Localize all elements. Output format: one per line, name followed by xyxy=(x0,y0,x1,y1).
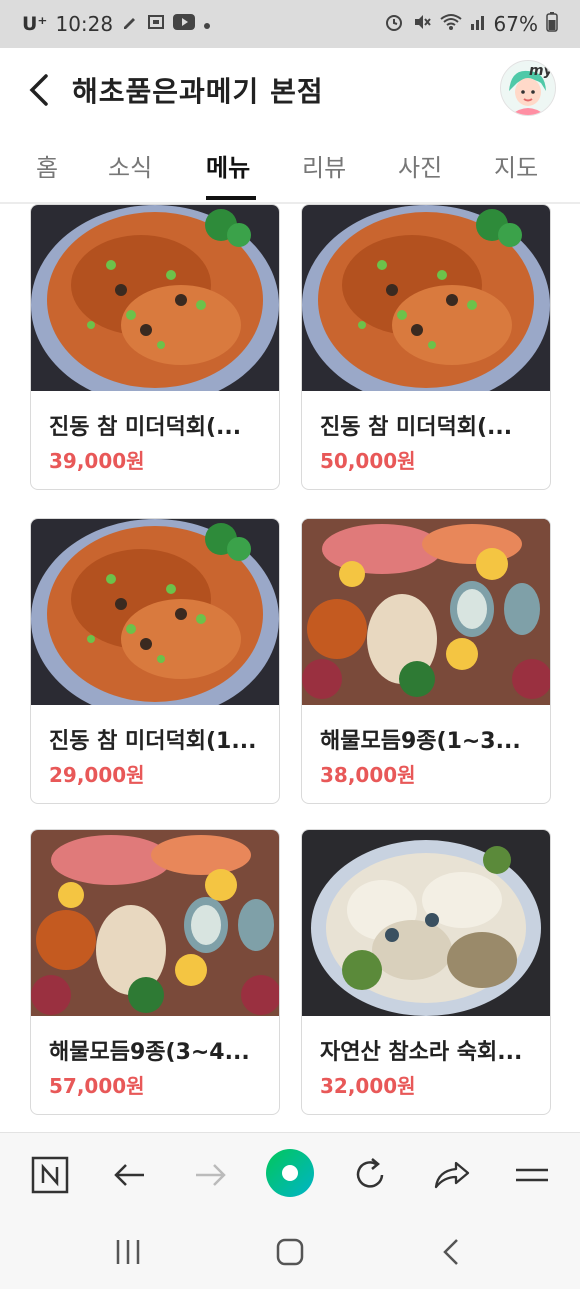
youtube-icon xyxy=(173,14,196,34)
refresh-button[interactable] xyxy=(348,1153,392,1197)
menu-card[interactable]: 진동 참 미더덕회(... 50,000원 xyxy=(301,204,551,490)
menu-card[interactable]: 해물모듬9종(1~3... 38,000원 xyxy=(301,518,551,804)
spicy-sea-squirt-platter-image xyxy=(302,205,550,391)
mute-icon xyxy=(412,12,432,36)
seafood-assortment-platter-image xyxy=(302,519,550,705)
browser-toolbar xyxy=(0,1132,580,1213)
share-button[interactable] xyxy=(430,1153,474,1197)
menu-card[interactable]: 진동 참 미더덕회(... 39,000원 xyxy=(30,204,280,490)
menu-grid: 진동 참 미더덕회(... 39,000원 진동 참 미더덕회(... 50,0… xyxy=(0,204,580,1130)
tab-bar: 홈 소식 메뉴 리뷰 사진 지도 xyxy=(0,130,580,204)
tab-map[interactable]: 지도 xyxy=(494,148,538,183)
signal-icon xyxy=(470,14,486,34)
my-label: my xyxy=(529,63,553,79)
menu-item-name: 해물모듬9종(3~4... xyxy=(49,1040,250,1065)
system-back-button[interactable] xyxy=(432,1232,472,1272)
menu-button[interactable] xyxy=(510,1153,554,1197)
screenshot-icon xyxy=(147,13,165,35)
edit-icon xyxy=(121,13,139,35)
back-arrow-icon xyxy=(114,1164,144,1186)
home-square-icon xyxy=(276,1238,304,1266)
menu-card[interactable]: 해물모듬9종(3~4... 57,000원 xyxy=(30,829,280,1115)
menu-item-price: 57,000원 xyxy=(49,1074,145,1098)
recent-apps-button[interactable] xyxy=(108,1232,148,1272)
spicy-sea-squirt-platter-image xyxy=(31,205,279,391)
home-button[interactable] xyxy=(270,1232,310,1272)
menu-icon xyxy=(516,1168,548,1182)
tab-menu[interactable]: 메뉴 xyxy=(206,148,250,183)
active-tab-indicator xyxy=(206,196,256,200)
refresh-icon xyxy=(356,1158,384,1188)
menu-card[interactable]: 진동 참 미더덕회(1... 29,000원 xyxy=(30,518,280,804)
back-nav-button[interactable] xyxy=(108,1153,152,1197)
menu-item-price: 50,000원 xyxy=(320,449,416,473)
chevron-left-icon xyxy=(443,1239,458,1265)
app-header: 해초품은과메기 본점 my xyxy=(0,48,580,130)
green-dot-home-icon xyxy=(266,1149,314,1197)
tab-home[interactable]: 홈 xyxy=(36,148,58,183)
menu-item-name: 해물모듬9종(1~3... xyxy=(320,729,521,754)
whelk-platter-image xyxy=(302,830,550,1016)
spicy-sea-squirt-platter-image xyxy=(31,519,279,705)
menu-item-name: 진동 참 미더덕회(... xyxy=(320,415,513,440)
forward-nav-button[interactable] xyxy=(188,1153,232,1197)
carrier-label: U⁺ xyxy=(22,13,48,35)
tab-photos[interactable]: 사진 xyxy=(398,148,442,183)
menu-item-name: 자연산 참소라 숙회... xyxy=(320,1040,523,1065)
back-button[interactable] xyxy=(22,68,62,112)
menu-item-price: 38,000원 xyxy=(320,763,416,787)
menu-item-name: 진동 참 미더덕회(1... xyxy=(49,729,257,754)
naver-home-button[interactable] xyxy=(28,1153,72,1197)
tab-news[interactable]: 소식 xyxy=(108,148,152,183)
alarm-icon xyxy=(384,12,404,36)
forward-arrow-icon xyxy=(196,1164,226,1186)
menu-item-name: 진동 참 미더덕회(... xyxy=(49,415,242,440)
menu-item-price: 29,000원 xyxy=(49,763,145,787)
green-dot-button[interactable] xyxy=(264,1147,316,1199)
battery-percent: 67% xyxy=(493,12,538,36)
share-icon xyxy=(434,1161,470,1189)
tab-reviews[interactable]: 리뷰 xyxy=(302,148,346,183)
notification-dot-icon xyxy=(203,15,211,34)
my-profile-button[interactable]: my xyxy=(500,60,556,116)
battery-icon xyxy=(546,12,558,36)
recent-apps-icon xyxy=(116,1240,140,1264)
menu-card[interactable]: 자연산 참소라 숙회... 32,000원 xyxy=(301,829,551,1115)
page-title: 해초품은과메기 본점 xyxy=(72,75,324,108)
naver-n-icon xyxy=(31,1156,69,1194)
clock: 10:28 xyxy=(55,12,114,36)
menu-item-price: 32,000원 xyxy=(320,1074,416,1098)
system-nav-bar xyxy=(0,1212,580,1289)
menu-item-price: 39,000원 xyxy=(49,449,145,473)
wifi-icon xyxy=(439,13,462,35)
seafood-assortment-platter-image xyxy=(31,830,279,1016)
chevron-left-icon xyxy=(29,74,48,106)
status-bar: U⁺ 10:28 67% xyxy=(0,0,580,48)
